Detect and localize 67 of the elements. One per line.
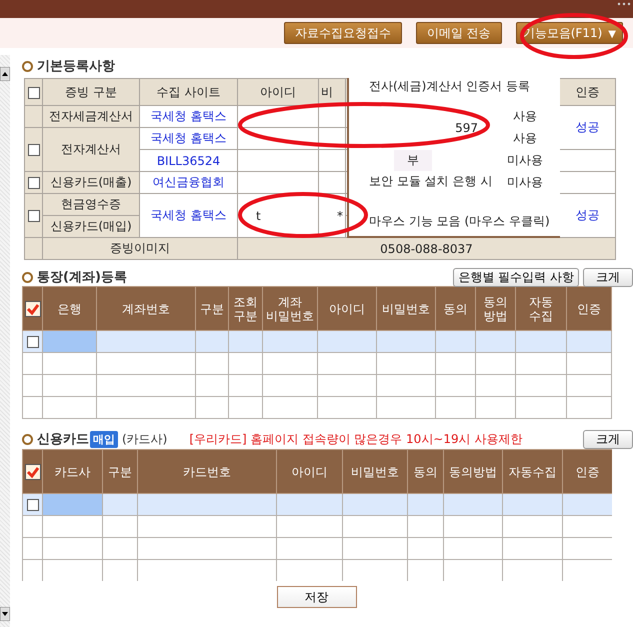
bullet-icon bbox=[22, 434, 33, 444]
checkbox[interactable] bbox=[28, 144, 40, 156]
checkbox[interactable] bbox=[26, 336, 38, 348]
section-subtitle: (카드사) bbox=[122, 430, 168, 448]
purchase-badge: 매입 bbox=[90, 430, 118, 448]
column-header: 증빙 구분 bbox=[42, 78, 140, 106]
section-title: 신용카드 bbox=[37, 431, 89, 448]
site-link[interactable]: 국세청 홈택스 bbox=[140, 128, 238, 150]
checkbox[interactable] bbox=[28, 177, 40, 190]
table-cell: 신용카드(매출) bbox=[42, 172, 140, 194]
column-header: 동의 bbox=[408, 450, 444, 494]
function-menu-button[interactable]: 기능모음(F11) ▼ bbox=[516, 22, 623, 44]
column-header: 자동수집 bbox=[502, 450, 562, 494]
menu-item[interactable]: 보안 모듈 설치 은행 시 bbox=[369, 173, 492, 190]
info-button[interactable]: 은행별 필수입력 사항 bbox=[453, 268, 579, 286]
column-header: 수집 사이트 bbox=[140, 78, 238, 106]
column-header: 아이디 bbox=[238, 78, 318, 106]
site-link[interactable]: 국세청 홈택스 bbox=[140, 106, 238, 128]
checkbox[interactable] bbox=[24, 300, 40, 316]
table-cell: 0508-088-8037 bbox=[238, 238, 616, 260]
column-header: 동의 bbox=[436, 286, 476, 330]
column-header: 아이디 bbox=[318, 286, 376, 330]
scroll-down-icon[interactable] bbox=[0, 607, 10, 621]
checkbox[interactable] bbox=[28, 86, 40, 99]
scroll-up-icon[interactable] bbox=[0, 67, 10, 81]
column-header: 조회 구분 bbox=[228, 286, 262, 330]
site-link[interactable]: BILL36524 bbox=[140, 150, 238, 172]
table-cell: 현금영수증 bbox=[42, 194, 140, 216]
scrollbar[interactable] bbox=[0, 55, 10, 627]
column-header: 카드사 bbox=[42, 450, 102, 494]
section-title: 기본등록사항 bbox=[37, 58, 115, 75]
menu-item[interactable]: 마우스 기능 모음 (마우스 우클릭) bbox=[369, 213, 550, 230]
checkbox[interactable] bbox=[24, 464, 40, 480]
column-header: 동의 방법 bbox=[476, 286, 516, 330]
menu-item[interactable]: 전사(세금)계산서 인증서 등록 bbox=[369, 78, 530, 95]
column-header: 비밀번호 bbox=[342, 450, 408, 494]
save-button[interactable]: 저장 bbox=[276, 586, 356, 608]
table-cell: 전자계산서 bbox=[42, 128, 140, 172]
enlarge-button[interactable]: 크게 bbox=[583, 268, 633, 286]
enlarge-button[interactable]: 크게 bbox=[583, 430, 633, 448]
column-header: 계좌번호 bbox=[96, 286, 196, 330]
column-header: 인증 bbox=[560, 78, 616, 106]
column-header: 동의방법 bbox=[444, 450, 502, 494]
column-header: 카드번호 bbox=[138, 450, 276, 494]
table-cell: 전자세금계산서 bbox=[42, 106, 140, 128]
more-icon[interactable] bbox=[617, 2, 631, 6]
column-header: 아이디 bbox=[276, 450, 342, 494]
table-cell: 신용카드(매입) bbox=[42, 216, 140, 238]
checkbox[interactable] bbox=[28, 210, 40, 222]
toolbar-button[interactable]: 자료수집요청접수 bbox=[284, 22, 402, 44]
column-header: 계좌 비밀번호 bbox=[262, 286, 318, 330]
notice-text: [우리카드] 홈페이지 접속량이 많은경우 10시~19시 사용제한 bbox=[189, 430, 522, 448]
column-header: 구분 bbox=[102, 450, 138, 494]
table-cell: 증빙이미지 bbox=[42, 238, 238, 260]
checkbox[interactable] bbox=[26, 499, 38, 512]
column-header: 인증 bbox=[566, 286, 612, 330]
column-header: 구분 bbox=[196, 286, 228, 330]
column-header: 비밀번호 bbox=[376, 286, 436, 330]
bullet-icon bbox=[22, 272, 33, 282]
column-header: 은행 bbox=[42, 286, 96, 330]
toolbar-button[interactable]: 이메일 전송 bbox=[416, 22, 502, 44]
bullet-icon bbox=[22, 60, 33, 72]
table-cell: 부 bbox=[394, 150, 432, 172]
site-link[interactable]: 여신금융협회 bbox=[140, 172, 238, 194]
column-header: 인증 bbox=[562, 450, 612, 494]
section-title: 통장(계좌)등록 bbox=[37, 269, 127, 286]
column-header: 자동 수집 bbox=[516, 286, 566, 330]
